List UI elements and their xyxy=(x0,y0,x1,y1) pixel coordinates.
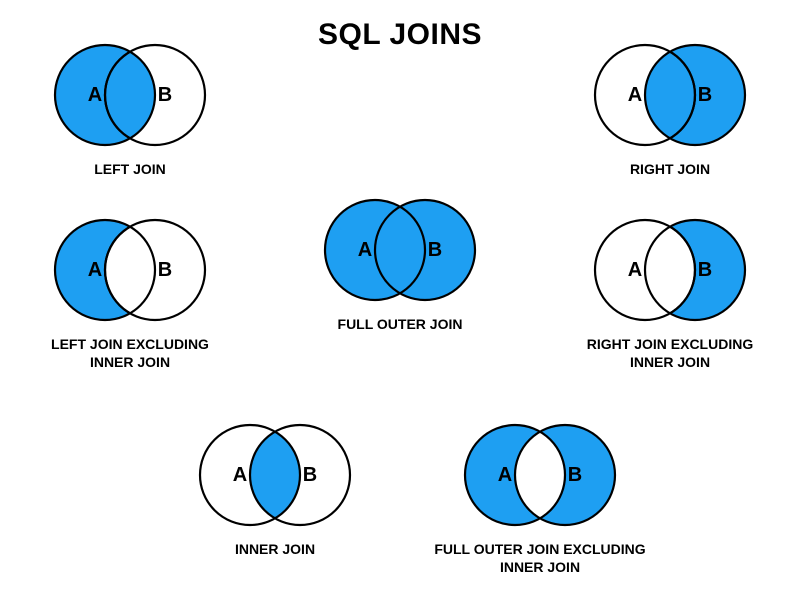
diagram-right-excl-join: A B RIGHT JOIN EXCLUDING INNER JOIN xyxy=(560,210,780,371)
label-a: A xyxy=(358,239,372,261)
diagram-left-join: A B LEFT JOIN xyxy=(20,35,240,179)
caption-left-excl-join: LEFT JOIN EXCLUDING INNER JOIN xyxy=(20,336,240,371)
diagram-inner-join: A B INNER JOIN xyxy=(165,415,385,559)
diagram-left-excl-join: A B LEFT JOIN EXCLUDING INNER JOIN xyxy=(20,210,240,371)
caption-inner-join: INNER JOIN xyxy=(165,541,385,559)
caption-full-excl-join: FULL OUTER JOIN EXCLUDING INNER JOIN xyxy=(430,541,650,576)
diagram-full-excl-join: A B FULL OUTER JOIN EXCLUDING INNER JOIN xyxy=(430,415,650,576)
diagram-full-outer-join: A B FULL OUTER JOIN xyxy=(290,190,510,334)
label-a: A xyxy=(233,464,247,486)
caption-right-excl-join: RIGHT JOIN EXCLUDING INNER JOIN xyxy=(560,336,780,371)
caption-full-outer-join: FULL OUTER JOIN xyxy=(290,316,510,334)
label-b: B xyxy=(698,84,712,106)
caption-left-join: LEFT JOIN xyxy=(20,161,240,179)
label-b: B xyxy=(698,259,712,281)
label-b: B xyxy=(158,259,172,281)
label-b: B xyxy=(303,464,317,486)
caption-right-join: RIGHT JOIN xyxy=(560,161,780,179)
label-a: A xyxy=(628,259,642,281)
label-a: A xyxy=(88,259,102,281)
label-b: B xyxy=(158,84,172,106)
label-a: A xyxy=(498,464,512,486)
label-b: B xyxy=(428,239,442,261)
label-a: A xyxy=(628,84,642,106)
label-b: B xyxy=(568,464,582,486)
diagram-right-join: A B RIGHT JOIN xyxy=(560,35,780,179)
label-a: A xyxy=(88,84,102,106)
